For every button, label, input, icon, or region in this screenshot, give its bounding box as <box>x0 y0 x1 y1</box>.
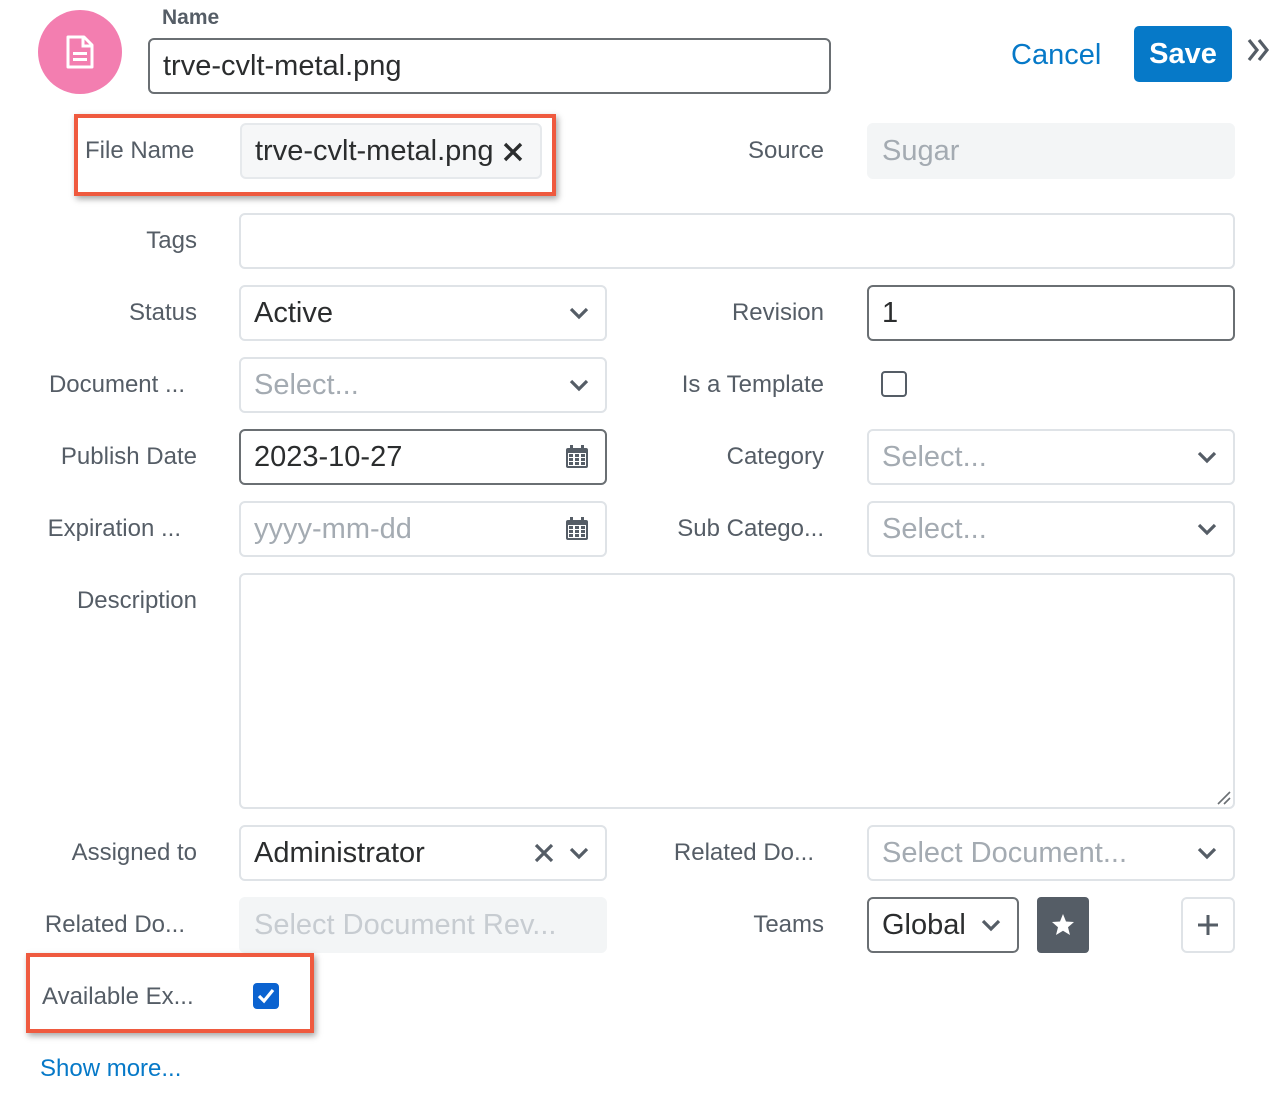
chevron-down-icon <box>981 919 1001 932</box>
related-document-label: Related Do... <box>673 839 814 866</box>
resize-handle-icon[interactable] <box>1215 789 1231 805</box>
related-document-revision-placeholder: Select Document Rev... <box>254 908 557 941</box>
teams-label: Teams <box>753 911 824 938</box>
category-placeholder: Select... <box>882 440 987 473</box>
related-document-revision-label: Related Do... <box>44 911 185 938</box>
chevron-down-icon <box>569 379 589 392</box>
source-field: Sugar <box>867 123 1235 179</box>
revision-value: 1 <box>882 296 899 329</box>
highlight-available-external <box>26 953 314 1033</box>
related-document-select[interactable]: Select Document... <box>867 825 1235 881</box>
chevron-down-icon <box>1197 451 1217 464</box>
assigned-to-label: Assigned to <box>71 839 197 866</box>
name-input[interactable]: trve-cvlt-metal.png <box>148 38 831 94</box>
related-document-placeholder: Select Document... <box>882 836 1127 869</box>
status-select[interactable]: Active <box>239 285 607 341</box>
document-type-label: Document ... <box>48 371 185 398</box>
status-label: Status <box>128 299 197 326</box>
assigned-to-select[interactable]: Administrator <box>239 825 607 881</box>
sub-category-select[interactable]: Select... <box>867 501 1235 557</box>
star-icon <box>1052 914 1074 935</box>
add-team-button[interactable] <box>1181 897 1235 953</box>
sub-category-label: Sub Catego... <box>677 515 824 542</box>
category-label: Category <box>726 443 824 470</box>
document-type-select[interactable]: Select... <box>239 357 607 413</box>
expiration-date-input[interactable]: yyyy-mm-dd <box>239 501 607 557</box>
tags-input[interactable] <box>239 213 1235 269</box>
is-template-label: Is a Template <box>681 371 824 398</box>
calendar-icon[interactable] <box>565 445 589 469</box>
name-input-value: trve-cvlt-metal.png <box>163 49 402 82</box>
expiration-date-placeholder: yyyy-mm-dd <box>254 512 412 545</box>
status-value: Active <box>254 296 333 329</box>
revision-label: Revision <box>731 299 824 326</box>
publish-date-label: Publish Date <box>60 443 197 470</box>
related-document-revision-select: Select Document Rev... <box>239 897 607 953</box>
cancel-button[interactable]: Cancel <box>1011 36 1101 74</box>
save-button-label: Save <box>1149 37 1217 70</box>
save-button[interactable]: Save <box>1134 26 1232 82</box>
publish-date-input[interactable]: 2023-10-27 <box>239 429 607 485</box>
document-icon <box>66 35 94 69</box>
is-template-checkbox[interactable] <box>881 371 907 397</box>
chevron-down-icon <box>569 847 589 860</box>
primary-team-button[interactable] <box>1037 897 1089 953</box>
calendar-icon[interactable] <box>565 517 589 541</box>
chevron-down-icon <box>569 307 589 320</box>
clear-icon[interactable] <box>533 842 555 864</box>
sub-category-placeholder: Select... <box>882 512 987 545</box>
assigned-to-value: Administrator <box>254 836 425 869</box>
teams-value: Global <box>882 908 966 941</box>
expiration-date-label: Expiration ... <box>47 515 181 542</box>
chevron-down-icon <box>1197 523 1217 536</box>
description-textarea[interactable] <box>239 573 1235 809</box>
tags-label: Tags <box>146 227 197 254</box>
expand-panel-icon[interactable] <box>1246 36 1272 64</box>
publish-date-value: 2023-10-27 <box>254 440 403 473</box>
revision-input[interactable]: 1 <box>867 285 1235 341</box>
highlight-file-name <box>74 114 556 196</box>
avatar <box>38 10 122 94</box>
show-more-link[interactable]: Show more... <box>40 1054 181 1084</box>
plus-icon <box>1198 915 1218 935</box>
source-value: Sugar <box>882 134 960 167</box>
document-type-placeholder: Select... <box>254 368 359 401</box>
teams-select[interactable]: Global <box>867 897 1019 953</box>
description-label: Description <box>76 587 197 614</box>
chevron-down-icon <box>1197 847 1217 860</box>
category-select[interactable]: Select... <box>867 429 1235 485</box>
name-field-label: Name <box>162 6 220 29</box>
source-label: Source <box>747 137 824 164</box>
